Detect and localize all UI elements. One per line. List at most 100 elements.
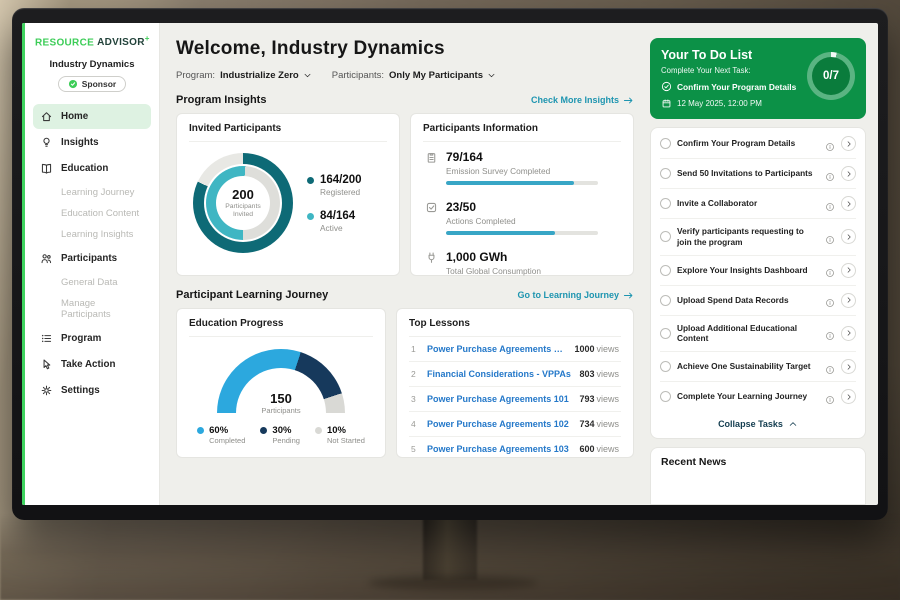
sidebar-item-education[interactable]: Education — [33, 156, 151, 181]
lesson-link[interactable]: Power Purchase Agreements 102 — [427, 419, 571, 429]
task-item[interactable]: Explore Your Insights Dashboard — [660, 256, 856, 286]
lesson-link[interactable]: Power Purchase Agreements 101 — [427, 344, 566, 354]
go-to-learning-journey-link[interactable]: Go to Learning Journey — [517, 290, 634, 301]
legend-dot — [260, 427, 267, 434]
stat-emission-survey: 79/164 Emission Survey Completed — [423, 142, 621, 192]
page-title: Welcome, Industry Dynamics — [176, 38, 634, 60]
progress-bar-fill — [446, 231, 555, 235]
sidebar-item-education-content[interactable]: Education Content — [33, 203, 151, 224]
task-checkbox[interactable] — [660, 138, 671, 149]
sidebar-item-learning-insights[interactable]: Learning Insights — [33, 224, 151, 245]
program-filter-label: Program: — [176, 70, 215, 81]
sidebar-item-manage-participants[interactable]: Manage Participants — [33, 293, 151, 325]
chevron-right-icon[interactable] — [841, 359, 856, 374]
task-item[interactable]: Invite a Collaborator — [660, 189, 856, 219]
lightbulb-icon — [40, 136, 53, 149]
info-icon[interactable] — [825, 232, 835, 242]
todo-task-list: Confirm Your Program Details Send 50 Inv… — [650, 127, 866, 439]
lesson-row[interactable]: 5 Power Purchase Agreements 103 600views — [409, 437, 621, 461]
info-icon[interactable] — [825, 362, 835, 372]
sidebar-item-learning-journey[interactable]: Learning Journey — [33, 182, 151, 203]
chevron-right-icon[interactable] — [841, 136, 856, 151]
task-checkbox[interactable] — [660, 198, 671, 209]
task-item[interactable]: Upload Spend Data Records — [660, 286, 856, 316]
learning-journey-title: Participant Learning Journey — [176, 289, 328, 301]
sidebar-item-label: Program — [61, 333, 101, 344]
task-label: Explore Your Insights Dashboard — [677, 265, 819, 276]
task-item[interactable]: Send 50 Invitations to Participants — [660, 159, 856, 189]
task-item[interactable]: Upload Additional Educational Content — [660, 316, 856, 353]
lesson-link[interactable]: Power Purchase Agreements 103 — [427, 444, 571, 454]
sidebar-item-program[interactable]: Program — [33, 326, 151, 351]
lesson-link[interactable]: Power Purchase Agreements 101 — [427, 394, 571, 404]
legend-dot — [197, 427, 204, 434]
chevron-right-icon[interactable] — [841, 326, 856, 341]
task-checkbox[interactable] — [660, 328, 671, 339]
sidebar-item-take-action[interactable]: Take Action — [33, 352, 151, 377]
lesson-row[interactable]: 4 Power Purchase Agreements 102 734views — [409, 412, 621, 437]
sidebar-item-participants[interactable]: Participants — [33, 246, 151, 271]
legend-dot — [307, 213, 314, 220]
task-item[interactable]: Complete Your Learning Journey — [660, 382, 856, 411]
todo-progress-value: 0/7 — [812, 57, 850, 95]
chevron-up-icon — [788, 419, 798, 429]
task-checkbox[interactable] — [660, 265, 671, 276]
stat-value: 1,000 GWh — [446, 250, 541, 264]
lesson-row[interactable]: 3 Power Purchase Agreements 101 793views — [409, 387, 621, 412]
sponsor-badge[interactable]: Sponsor — [58, 76, 126, 92]
todo-progress-ring: 0/7 — [807, 52, 855, 100]
todo-panel: Your To Do List Complete Your Next Task:… — [646, 23, 878, 505]
brand-secondary: ADVISOR — [97, 37, 145, 48]
info-icon[interactable] — [825, 169, 835, 179]
chevron-right-icon[interactable] — [841, 166, 856, 181]
info-icon[interactable] — [825, 265, 835, 275]
task-item[interactable]: Verify participants requesting to join t… — [660, 219, 856, 256]
collapse-tasks-button[interactable]: Collapse Tasks — [660, 411, 856, 434]
chevron-right-icon[interactable] — [841, 263, 856, 278]
task-checkbox[interactable] — [660, 295, 671, 306]
lesson-row[interactable]: 2 Financial Considerations - VPPAs 803vi… — [409, 362, 621, 387]
chevron-right-icon[interactable] — [841, 293, 856, 308]
info-icon[interactable] — [825, 139, 835, 149]
task-checkbox[interactable] — [660, 361, 671, 372]
info-icon[interactable] — [825, 199, 835, 209]
filter-bar: Program: Industrialize Zero Participants… — [176, 70, 634, 81]
lesson-row[interactable]: 1 Power Purchase Agreements 101 1000view… — [409, 337, 621, 362]
info-icon[interactable] — [825, 295, 835, 305]
legend-item-not-started: 10% Not Started — [315, 425, 365, 445]
info-icon[interactable] — [825, 392, 835, 402]
recent-news-title: Recent News — [661, 456, 855, 468]
chevron-right-icon[interactable] — [841, 229, 856, 244]
card-title: Top Lessons — [409, 318, 621, 337]
task-checkbox[interactable] — [660, 168, 671, 179]
legend-value: 10% — [327, 425, 365, 436]
chevron-right-icon[interactable] — [841, 196, 856, 211]
program-select[interactable]: Industrialize Zero — [220, 70, 312, 81]
education-progress-card: Education Progress 150 Participants — [176, 308, 386, 458]
chevron-right-icon[interactable] — [841, 389, 856, 404]
invited-participants-card: Invited Participants 200 Participants In… — [176, 113, 400, 276]
lesson-link[interactable]: Financial Considerations - VPPAs — [427, 369, 571, 379]
task-label: Achieve One Sustainability Target — [677, 361, 819, 372]
info-icon[interactable] — [825, 328, 835, 338]
sidebar-item-insights[interactable]: Insights — [33, 130, 151, 155]
brand-primary: RESOURCE — [35, 37, 94, 48]
link-label: Check More Insights — [531, 95, 619, 105]
sidebar-item-settings[interactable]: Settings — [33, 378, 151, 403]
participants-select[interactable]: Only My Participants — [389, 70, 496, 81]
task-checkbox[interactable] — [660, 391, 671, 402]
sidebar-item-home[interactable]: Home — [33, 104, 151, 129]
legend-item-registered: 164/200 Registered — [307, 174, 362, 197]
check-circle-icon — [661, 81, 672, 92]
check-more-insights-link[interactable]: Check More Insights — [531, 95, 634, 106]
sponsor-badge-label: Sponsor — [82, 79, 116, 89]
task-checkbox[interactable] — [660, 231, 671, 242]
link-label: Go to Learning Journey — [517, 290, 619, 300]
sidebar-item-label: Education — [61, 163, 108, 174]
sidebar-item-general-data[interactable]: General Data — [33, 272, 151, 293]
legend-value: 164/200 — [320, 174, 362, 186]
task-item[interactable]: Achieve One Sustainability Target — [660, 352, 856, 382]
todo-summary-card: Your To Do List Complete Your Next Task:… — [650, 38, 866, 119]
arrow-right-icon — [623, 290, 634, 301]
task-item[interactable]: Confirm Your Program Details — [660, 129, 856, 159]
